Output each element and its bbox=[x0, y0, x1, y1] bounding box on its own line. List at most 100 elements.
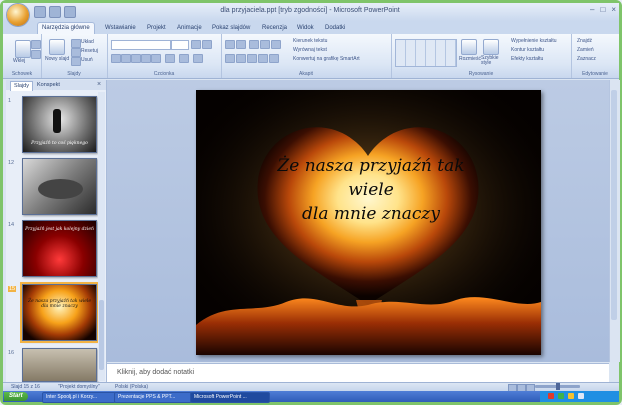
start-button[interactable]: Start bbox=[4, 392, 28, 401]
char-spacing-icon[interactable] bbox=[165, 54, 175, 63]
copy-icon[interactable] bbox=[31, 50, 41, 59]
numbering-icon[interactable] bbox=[236, 40, 246, 49]
grow-font-icon[interactable] bbox=[191, 40, 201, 49]
slide-thumbnail-1[interactable]: Przyjaźń to coś pięknego bbox=[22, 96, 97, 153]
slide-thumbnail-16[interactable] bbox=[22, 348, 97, 382]
shadow-icon[interactable] bbox=[151, 54, 161, 63]
slide-thumbnail-caption: Przyjaźń jest jak kolejny dzień bbox=[25, 227, 94, 232]
pane-close-icon[interactable]: × bbox=[97, 81, 101, 88]
font-color-icon[interactable] bbox=[193, 54, 203, 63]
notes-pane[interactable]: Kliknij, aby dodać notatki bbox=[107, 363, 609, 383]
save-icon[interactable] bbox=[34, 6, 46, 18]
paste-icon[interactable] bbox=[15, 40, 31, 58]
text-direction-button[interactable]: Kierunek tekstu bbox=[293, 38, 327, 44]
select-button[interactable]: Zaznacz bbox=[577, 56, 596, 62]
arrange-label[interactable]: Rozmieść bbox=[459, 56, 481, 62]
tray-icon[interactable] bbox=[568, 393, 574, 399]
window-title: dla przyjaciela.ppt [tryb zgodności] - M… bbox=[220, 7, 400, 14]
strikethrough-icon[interactable] bbox=[141, 54, 151, 63]
reset-icon[interactable] bbox=[71, 48, 81, 57]
new-slide-icon[interactable] bbox=[49, 39, 65, 55]
shape-outline-button[interactable]: Kontur kształtu bbox=[511, 47, 544, 53]
shapes-gallery[interactable] bbox=[395, 39, 457, 67]
tab-outline[interactable]: Konspekt bbox=[34, 81, 63, 90]
shrink-font-icon[interactable] bbox=[202, 40, 212, 49]
tray-icon[interactable] bbox=[558, 393, 564, 399]
redo-icon[interactable] bbox=[64, 6, 76, 18]
shape-fill-button[interactable]: Wypełnienie kształtu bbox=[511, 38, 557, 44]
bullets-icon[interactable] bbox=[225, 40, 235, 49]
taskbar-item-browser[interactable]: Inter Spoolj.pl i Korzy... bbox=[42, 392, 116, 403]
quick-styles-icon[interactable] bbox=[483, 39, 499, 55]
editor-scroll-thumb[interactable] bbox=[611, 90, 617, 320]
align-center-icon[interactable] bbox=[236, 54, 246, 63]
line-spacing-icon[interactable] bbox=[271, 40, 281, 49]
office-button[interactable] bbox=[7, 4, 29, 26]
align-right-icon[interactable] bbox=[247, 54, 257, 63]
change-case-icon[interactable] bbox=[179, 54, 189, 63]
slide-position-status: Slajd 15 z 16 bbox=[11, 384, 40, 390]
reset-label[interactable]: Resetuj bbox=[81, 48, 98, 54]
pane-scroll-thumb[interactable] bbox=[99, 300, 104, 370]
smartart-button[interactable]: Konwertuj na grafikę SmartArt bbox=[293, 56, 360, 62]
group-editing: Znajdź Zamień Zaznacz Edytowanie bbox=[571, 34, 619, 78]
slide-thumbnail-14[interactable]: Przyjaźń jest jak kolejny dzień bbox=[22, 220, 97, 277]
cut-icon[interactable] bbox=[31, 40, 41, 49]
volume-icon[interactable] bbox=[578, 393, 584, 399]
find-button[interactable]: Znajdź bbox=[577, 38, 592, 44]
quick-styles-label[interactable]: Szybkie style bbox=[481, 56, 503, 66]
italic-icon[interactable] bbox=[121, 54, 131, 63]
window-controls: – □ × bbox=[590, 5, 616, 14]
delete-label[interactable]: Usuń bbox=[81, 57, 93, 63]
font-name-combo[interactable] bbox=[111, 40, 171, 50]
maximize-button[interactable]: □ bbox=[600, 5, 605, 14]
tab-addins[interactable]: Dodatki bbox=[321, 23, 349, 34]
delete-icon[interactable] bbox=[71, 57, 81, 66]
taskbar-item-presentations[interactable]: Prezentacje PPS & PPT... bbox=[114, 392, 192, 403]
ribbon: Wklej Schowek Nowy slajd Układ Resetuj U… bbox=[3, 34, 619, 79]
justify-icon[interactable] bbox=[258, 54, 268, 63]
tab-slide-show[interactable]: Pokaz slajdów bbox=[208, 23, 254, 34]
close-button[interactable]: × bbox=[611, 5, 616, 14]
tab-review[interactable]: Recenzja bbox=[258, 23, 291, 34]
slide-text-box[interactable]: Że nasza przyjaźń tak wiele dla mnie zna… bbox=[256, 154, 486, 226]
tab-view[interactable]: Widok bbox=[293, 23, 318, 34]
language-status[interactable]: Polski (Polska) bbox=[115, 384, 148, 390]
layout-icon[interactable] bbox=[71, 39, 81, 48]
new-slide-label[interactable]: Nowy slajd bbox=[45, 56, 69, 62]
tab-animations[interactable]: Animacje bbox=[173, 23, 206, 34]
tab-design[interactable]: Projekt bbox=[143, 23, 170, 34]
group-label-editing: Edytowanie bbox=[582, 71, 608, 77]
tab-slides[interactable]: Slajdy bbox=[10, 81, 33, 91]
font-size-combo[interactable] bbox=[171, 40, 189, 50]
zoom-slider-handle[interactable] bbox=[556, 383, 560, 390]
align-left-icon[interactable] bbox=[225, 54, 235, 63]
ribbon-tabs: Narzędzia główne Wstawianie Projekt Anim… bbox=[3, 21, 619, 34]
group-label-drawing: Rysowanie bbox=[468, 71, 494, 77]
shape-effects-button[interactable]: Efekty kształtu bbox=[511, 56, 543, 62]
bold-icon[interactable] bbox=[111, 54, 121, 63]
slide-thumbnail-12[interactable] bbox=[22, 158, 97, 215]
arrange-icon[interactable] bbox=[461, 39, 477, 55]
slide-thumbnail-15[interactable]: Że nasza przyjaźń tak wiele dla mnie zna… bbox=[20, 282, 99, 343]
taskbar-item-powerpoint[interactable]: Microsoft PowerPoint ... bbox=[190, 392, 270, 403]
underline-icon[interactable] bbox=[131, 54, 141, 63]
tab-home[interactable]: Narzędzia główne bbox=[37, 22, 95, 34]
replace-button[interactable]: Zamień bbox=[577, 47, 594, 53]
tray-icon[interactable] bbox=[548, 393, 554, 399]
align-text-button[interactable]: Wyrównaj tekst bbox=[293, 47, 327, 53]
decrease-indent-icon[interactable] bbox=[249, 40, 259, 49]
group-label-clipboard: Schowek bbox=[11, 71, 33, 77]
group-paragraph: Kierunek tekstu Wyrównaj tekst Konwertuj… bbox=[221, 34, 392, 78]
slide-thumbnail-caption: Przyjaźń to coś pięknego bbox=[31, 141, 88, 146]
minimize-button[interactable]: – bbox=[590, 5, 594, 14]
group-label-font: Czcionka bbox=[153, 71, 175, 77]
tab-insert[interactable]: Wstawianie bbox=[101, 23, 140, 34]
increase-indent-icon[interactable] bbox=[260, 40, 270, 49]
notes-placeholder: Kliknij, aby dodać notatki bbox=[117, 369, 195, 376]
group-font: Czcionka bbox=[107, 34, 222, 78]
current-slide[interactable]: Że nasza przyjaźń tak wiele dla mnie zna… bbox=[196, 90, 541, 355]
undo-icon[interactable] bbox=[49, 6, 61, 18]
layout-label[interactable]: Układ bbox=[81, 39, 94, 45]
columns-icon[interactable] bbox=[269, 54, 279, 63]
